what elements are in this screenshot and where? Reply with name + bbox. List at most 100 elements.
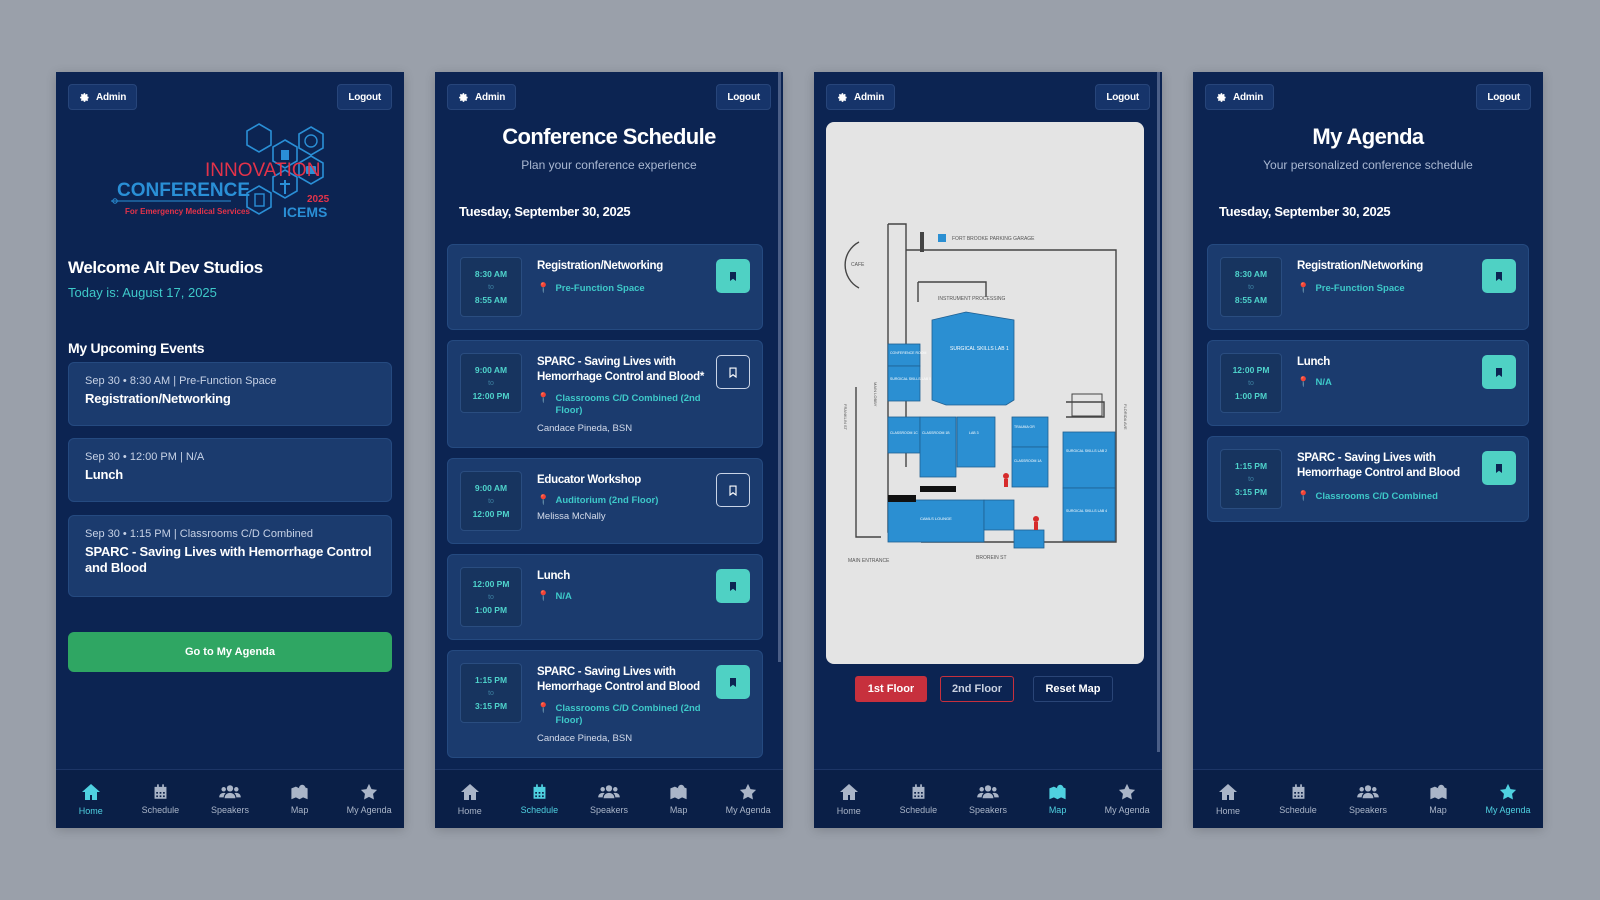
nav-map[interactable]: Map [1023,770,1093,828]
bookmark-button[interactable] [1482,355,1516,389]
event-meta: Sep 30 • 8:30 AM | Pre-Function Space [85,375,277,387]
nav-home[interactable]: Home [1193,770,1263,828]
event-location: 📍 Classrooms C/D Combined [1297,491,1477,503]
map-label-trauma: TRAUMA OR [1014,425,1035,429]
event-meta: Sep 30 • 12:00 PM | N/A [85,451,205,463]
nav-home[interactable]: Home [56,770,126,828]
nav-speakers[interactable]: Speakers [1333,770,1403,828]
map-label-classroom-1c: CLASSROOM 1C [890,431,918,435]
bookmark-button[interactable] [716,355,750,389]
page-title: Conference Schedule [502,124,716,149]
logout-button[interactable]: Logout [1476,84,1531,110]
upcoming-event-card[interactable]: Sep 30 • 1:15 PM | Classrooms C/D Combin… [68,515,392,597]
location-pin-icon: 📍 [537,703,550,714]
time-separator: to [1248,476,1254,483]
calendar-icon [910,783,927,801]
top-bar: Admin Logout [447,84,771,110]
nav-my-agenda[interactable]: My Agenda [1092,770,1162,828]
nav-schedule[interactable]: Schedule [126,770,196,828]
admin-button[interactable]: Admin [1205,84,1275,110]
admin-button[interactable]: Admin [826,84,896,110]
top-bar: Admin Logout [68,84,392,110]
nav-map[interactable]: Map [1403,770,1473,828]
agenda-event-card[interactable]: 12:00 PM to 1:00 PM Lunch 📍 N/A [1207,340,1529,426]
scrollbar[interactable] [1157,72,1160,752]
location-pin-icon: 📍 [1297,377,1310,388]
bookmark-button[interactable] [716,665,750,699]
logout-button[interactable]: Logout [716,84,771,110]
location-text: Classrooms C/D Combined (2nd Floor) [555,393,701,416]
nav-label: Speakers [968,805,1007,815]
time-separator: to [488,380,494,387]
nav-home[interactable]: Home [814,770,884,828]
upcoming-event-card[interactable]: Sep 30 • 12:00 PM | N/A Lunch [68,438,392,502]
time-box: 12:00 PM to 1:00 PM [460,567,522,627]
home-icon [1218,782,1238,802]
floor-plan-map[interactable]: FORT BROOKE PARKING GARAGE CAFE INSTRUME… [826,122,1144,664]
floor-1-button[interactable]: 1st Floor [855,676,927,702]
start-time: 8:30 AM [474,269,508,279]
admin-label: Admin [96,91,127,103]
star-icon [360,783,378,801]
floor-map-panel[interactable]: FORT BROOKE PARKING GARAGE CAFE INSTRUME… [826,122,1144,664]
time-box: 9:00 AM to 12:00 PM [460,353,522,413]
nav-speakers[interactable]: Speakers [574,770,644,828]
welcome-text: Welcome Alt Dev Studios [68,258,263,277]
map-label-conference: CONFERENCE ROOM [890,351,926,355]
floor-selector: 1st Floor 2nd Floor Reset Map [814,676,1162,702]
bookmark-button[interactable] [716,259,750,293]
nav-schedule[interactable]: Schedule [505,770,575,828]
bookmark-icon [1493,462,1505,475]
logout-button[interactable]: Logout [1095,84,1150,110]
nav-my-agenda[interactable]: My Agenda [1473,770,1543,828]
schedule-event-card[interactable]: 9:00 AM to 12:00 PM Educator Workshop 📍 A… [447,458,763,544]
today-date: Today is: August 17, 2025 [68,285,217,300]
nav-map[interactable]: Map [265,770,335,828]
logout-button[interactable]: Logout [337,84,392,110]
nav-speakers[interactable]: Speakers [195,770,265,828]
nav-speakers[interactable]: Speakers [953,770,1023,828]
nav-label: Map [1048,805,1067,815]
nav-label: Speakers [210,805,249,815]
nav-schedule[interactable]: Schedule [1263,770,1333,828]
nav-my-agenda[interactable]: My Agenda [334,770,404,828]
page-title: My Agenda [1312,124,1424,149]
calendar-icon [152,783,169,801]
nav-label: Home [1215,806,1240,816]
schedule-event-card[interactable]: 9:00 AM to 12:00 PM SPARC - Saving Lives… [447,340,763,448]
bookmark-icon [1493,270,1505,283]
gear-icon [79,92,90,103]
bookmark-button[interactable] [716,473,750,507]
logo-acronym: ICEMS [283,204,327,220]
upcoming-event-card[interactable]: Sep 30 • 8:30 AM | Pre-Function Space Re… [68,362,392,426]
map-screen: Admin Logout FORT BROOKE PARKING GARAGE … [814,72,1162,828]
event-location: 📍 N/A [1297,377,1477,389]
agenda-event-card[interactable]: 1:15 PM to 3:15 PM SPARC - Saving Lives … [1207,436,1529,522]
admin-button[interactable]: Admin [447,84,517,110]
floor-2-button[interactable]: 2nd Floor [940,676,1014,702]
schedule-event-card[interactable]: 1:15 PM to 3:15 PM SPARC - Saving Lives … [447,650,763,758]
go-to-my-agenda-button[interactable]: Go to My Agenda [68,632,392,672]
page-subtitle: Plan your conference experience [521,158,697,172]
top-bar: Admin Logout [1205,84,1531,110]
nav-label: Map [669,805,688,815]
bookmark-button[interactable] [716,569,750,603]
nav-schedule[interactable]: Schedule [884,770,954,828]
page-subtitle: Your personalized conference schedule [1263,158,1473,172]
nav-map[interactable]: Map [644,770,714,828]
admin-button[interactable]: Admin [68,84,138,110]
schedule-event-card[interactable]: 8:30 AM to 8:55 AM Registration/Networki… [447,244,763,330]
admin-label: Admin [854,91,885,103]
nav-label: Home [836,806,861,816]
end-time: 1:00 PM [1234,391,1268,401]
bookmark-button[interactable] [1482,259,1516,293]
agenda-event-card[interactable]: 8:30 AM to 8:55 AM Registration/Networki… [1207,244,1529,330]
time-separator: to [488,498,494,505]
bookmark-button[interactable] [1482,451,1516,485]
reset-map-button[interactable]: Reset Map [1033,676,1113,702]
schedule-event-card[interactable]: 12:00 PM to 1:00 PM Lunch 📍 N/A [447,554,763,640]
end-time: 3:15 PM [474,701,508,711]
schedule-screen: Admin Logout Conference Schedule Plan yo… [435,72,783,828]
nav-home[interactable]: Home [435,770,505,828]
nav-my-agenda[interactable]: My Agenda [713,770,783,828]
